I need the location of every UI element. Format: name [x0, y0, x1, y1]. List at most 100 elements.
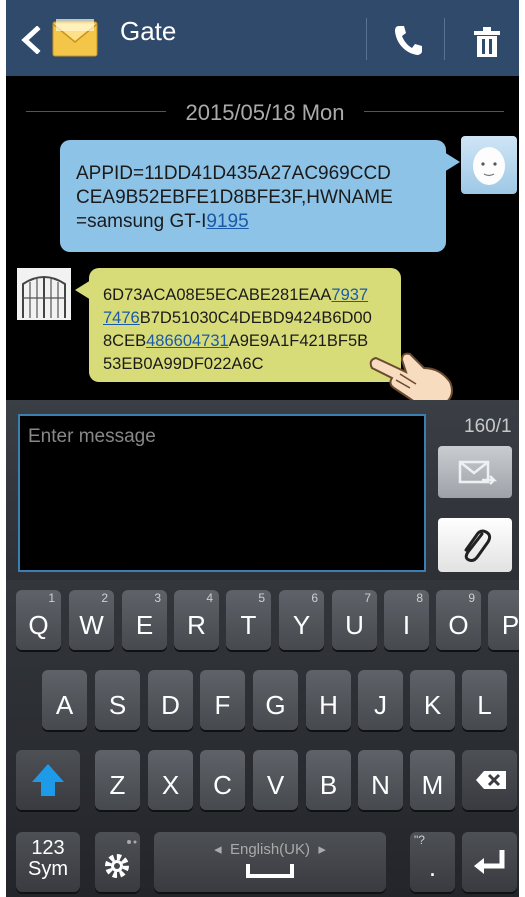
key-label: J: [374, 690, 387, 720]
outgoing-message-bubble[interactable]: APPID=11DD41D435A27AC969CCD CEA9B52EBFE1…: [60, 140, 460, 252]
key-i[interactable]: 8I: [384, 590, 429, 650]
key-label: S: [108, 690, 127, 720]
key-m[interactable]: M: [410, 750, 455, 810]
message-input[interactable]: Enter message: [18, 414, 426, 572]
header-divider: [444, 18, 445, 60]
key-f[interactable]: F: [200, 670, 245, 730]
settings-key[interactable]: [95, 832, 140, 892]
language-label: ◂ English(UK) ▸: [214, 841, 326, 858]
contact-name: Gate: [120, 16, 177, 46]
gate-icon: [22, 276, 66, 318]
incoming-message-bubble[interactable]: 6D73ACA08E5ECABE281EAA7937 7476B7D51030C…: [75, 268, 401, 382]
message-text: =samsung GT-I: [76, 211, 207, 232]
key-label: F: [214, 690, 231, 720]
phone-number-link[interactable]: 9195: [206, 211, 248, 232]
key-g[interactable]: G: [253, 670, 298, 730]
message-line: 7476B7D51030C4DEBD9424B6D00: [103, 307, 391, 330]
message-line: 8CEB486604731A9E9A1F421BF5B: [103, 330, 391, 353]
chevron-left-icon[interactable]: [20, 26, 42, 54]
key-n[interactable]: N: [358, 750, 403, 810]
send-mms-icon: [458, 460, 498, 485]
message-text: B7D51030C4DEBD9424B6D00: [139, 309, 372, 327]
key-label: O: [448, 610, 469, 640]
key-r[interactable]: 4R: [174, 590, 219, 650]
key-p[interactable]: 0P: [488, 590, 519, 650]
key-k[interactable]: K: [410, 670, 455, 730]
key-s[interactable]: S: [95, 670, 140, 730]
number-link[interactable]: 486604731: [146, 332, 229, 350]
key-label: P: [501, 610, 519, 640]
number-link[interactable]: 7476: [103, 309, 140, 327]
key-a[interactable]: A: [42, 670, 87, 730]
enter-icon: [474, 850, 505, 874]
default-person-icon: [473, 147, 505, 185]
avatar[interactable]: [461, 136, 517, 194]
conversation-header: Gate: [6, 0, 519, 76]
key-hint: 5: [258, 591, 265, 605]
key-label: M: [421, 770, 444, 800]
gear-icon: [105, 840, 137, 878]
key-label: T: [240, 610, 257, 640]
attach-button[interactable]: [438, 518, 512, 572]
language-text: English(UK): [229, 841, 311, 858]
key-label: Z: [109, 770, 126, 800]
key-label: W: [79, 610, 104, 640]
phone-icon[interactable]: [393, 24, 423, 56]
key-x[interactable]: X: [148, 750, 193, 810]
key-w[interactable]: 2W: [69, 590, 114, 650]
key-b[interactable]: B: [306, 750, 351, 810]
key-label: I: [402, 610, 411, 640]
key-c[interactable]: C: [200, 750, 245, 810]
send-button[interactable]: [438, 446, 512, 498]
symbols-line: Sym: [28, 858, 68, 880]
on-screen-keyboard: 1Q 2W 3E 4R 5T 6Y 7U 8I 9O 0P A S D F G …: [6, 580, 519, 897]
key-l[interactable]: L: [462, 670, 507, 730]
symbols-key[interactable]: 123 Sym: [16, 832, 80, 892]
key-z[interactable]: Z: [95, 750, 140, 810]
space-glyph: [246, 864, 294, 878]
key-label: R: [187, 610, 206, 640]
key-hint: 6: [311, 591, 318, 605]
key-label: N: [371, 770, 390, 800]
key-o[interactable]: 9O: [436, 590, 481, 650]
key-hint: 9: [468, 591, 475, 605]
message-text: 6D73ACA08E5ECABE281EAA: [103, 286, 332, 304]
key-y[interactable]: 6Y: [279, 590, 324, 650]
key-label: D: [161, 690, 180, 720]
symbols-line: 123: [31, 837, 65, 859]
message-text: 8CEB: [103, 332, 147, 350]
key-e[interactable]: 3E: [122, 590, 167, 650]
key-hint: 3: [154, 591, 161, 605]
date-separator: 2015/05/18 Mon: [26, 96, 504, 126]
key-h[interactable]: H: [306, 670, 351, 730]
number-link[interactable]: 7937: [331, 286, 368, 304]
messaging-screen: Gate 2015/05/18 Mon APPID=11DD41D435A27A…: [6, 0, 519, 897]
enter-key[interactable]: [462, 832, 517, 892]
key-t[interactable]: 5T: [226, 590, 271, 650]
trash-icon[interactable]: [472, 26, 502, 58]
key-label: U: [345, 610, 364, 640]
key-hint: 7: [364, 591, 371, 605]
backspace-key[interactable]: [462, 750, 517, 810]
key-label: L: [477, 690, 492, 720]
shift-key[interactable]: [16, 750, 80, 810]
key-label: Y: [292, 610, 311, 640]
space-key[interactable]: ◂ English(UK) ▸: [154, 832, 386, 892]
key-hint: "?: [414, 833, 425, 847]
key-q[interactable]: 1Q: [16, 590, 61, 650]
character-counter: 160/1: [464, 416, 512, 437]
key-label: K: [423, 690, 442, 720]
period-key[interactable]: "? .: [410, 832, 455, 892]
key-v[interactable]: V: [253, 750, 298, 810]
message-text: A9E9A1F421BF5B: [228, 332, 369, 350]
message-line: 6D73ACA08E5ECABE281EAA7937: [103, 284, 391, 307]
backspace-icon: [476, 771, 506, 789]
date-text: 2015/05/18 Mon: [175, 100, 355, 125]
compose-bar: Enter message 160/1: [6, 400, 519, 580]
key-d[interactable]: D: [148, 670, 193, 730]
key-j[interactable]: J: [358, 670, 403, 730]
contact-avatar[interactable]: [17, 268, 71, 320]
key-label: .: [428, 852, 437, 882]
key-u[interactable]: 7U: [332, 590, 377, 650]
key-hint: 1: [48, 591, 55, 605]
